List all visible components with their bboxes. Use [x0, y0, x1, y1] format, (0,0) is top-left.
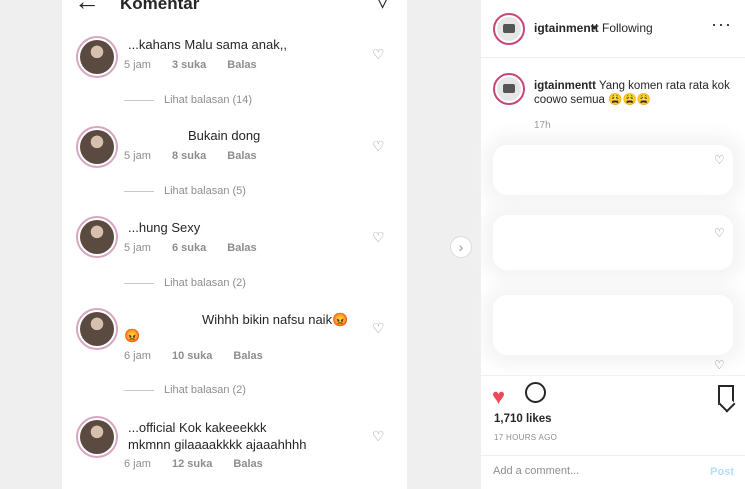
comments-header: ← Komentar ▽: [62, 0, 407, 20]
heart-icon[interactable]: ♡: [714, 153, 725, 167]
heart-filled-icon[interactable]: ♥: [492, 384, 505, 410]
following-button[interactable]: Following: [602, 21, 653, 35]
comment-likes: 6 suka: [171, 242, 207, 254]
comment-time: 6 jam: [124, 458, 151, 470]
blurred-comment: [493, 145, 733, 195]
comment-meta: 6 jam 10 suka Balas: [124, 350, 281, 362]
view-replies: Lihat balasan (2): [124, 277, 246, 289]
avatar[interactable]: [493, 73, 525, 105]
post-button[interactable]: Post: [710, 466, 734, 478]
reply-link: Balas: [227, 242, 257, 254]
comment-text: ...kahans Malu sama anak,,: [128, 37, 287, 52]
reply-link: Balas: [227, 59, 257, 71]
comment-time: 5 jam: [124, 150, 151, 162]
add-comment-bar: Post: [481, 455, 745, 489]
caption-username[interactable]: igtainmentt: [534, 80, 596, 92]
comment-likes: 3 suka: [171, 59, 207, 71]
comment-likes: 8 suka: [171, 150, 207, 162]
comment-time: 5 jam: [124, 242, 151, 254]
comments-screenshot: ← Komentar ▽ ...kahans Malu sama anak,, …: [62, 0, 407, 489]
comment-input[interactable]: [493, 465, 693, 477]
more-icon[interactable]: ···: [711, 14, 732, 35]
comment-meta: 5 jam 8 suka Balas: [124, 150, 275, 162]
post-image: ← Komentar ▽ ...kahans Malu sama anak,, …: [0, 0, 480, 489]
blurred-comment: [493, 295, 733, 355]
comments-title: Komentar: [120, 0, 200, 13]
comment-likes: 12 suka: [171, 458, 213, 470]
heart-icon: ♡: [372, 138, 385, 154]
avatar: [76, 216, 118, 258]
bookmark-icon[interactable]: [718, 385, 734, 405]
heart-icon: ♡: [372, 46, 385, 62]
avatar[interactable]: [493, 13, 525, 45]
heart-icon: ♡: [372, 229, 385, 245]
avatar: [76, 308, 118, 350]
separator-dot: •: [592, 21, 597, 35]
comment-text: ...official Kok kakeeekkk: [128, 420, 267, 435]
comment-text: ...hung Sexy: [128, 220, 201, 235]
heart-icon: ♡: [372, 428, 385, 444]
avatar: [76, 36, 118, 78]
comment-meta: 6 jam 12 suka Balas: [124, 458, 281, 470]
view-replies: Lihat balasan (5): [124, 185, 246, 197]
comment-meta: 5 jam 3 suka Balas: [124, 59, 275, 71]
blurred-comment: [493, 215, 733, 270]
heart-icon: ♡: [372, 320, 385, 336]
comment-time: 5 jam: [124, 59, 151, 71]
view-replies: Lihat balasan (2): [124, 384, 246, 396]
caption: igtainmentt Yang komen rata rata kok coo…: [534, 79, 734, 107]
send-icon: ▽: [374, 0, 391, 12]
heart-icon[interactable]: ♡: [714, 358, 725, 372]
comment-text-line2: 😡: [124, 328, 141, 343]
avatar: [76, 126, 118, 168]
likes-count[interactable]: 1,710 likes: [494, 413, 552, 425]
post-panel: igtainmentt • Following ··· igtainmentt …: [480, 0, 745, 489]
comment-icon[interactable]: [525, 382, 546, 403]
comment-likes: 10 suka: [171, 350, 213, 362]
chevron-right-icon[interactable]: ›: [450, 236, 472, 258]
heart-icon[interactable]: ♡: [714, 226, 725, 240]
avatar: [76, 416, 118, 458]
post-header: igtainmentt • Following ···: [481, 0, 745, 58]
back-arrow-icon: ←: [74, 0, 100, 16]
reply-link: Balas: [233, 458, 263, 470]
post-timestamp: 17 HOURS AGO: [494, 433, 558, 442]
comment-meta: 5 jam 6 suka Balas: [124, 242, 275, 254]
caption-time: 17h: [534, 120, 551, 131]
comment-text-line2: mkmnn gilaaaakkkk ajaaahhhh: [128, 437, 307, 452]
reply-link: Balas: [233, 350, 263, 362]
view-replies: Lihat balasan (14): [124, 94, 252, 106]
username-link[interactable]: igtainmentt: [534, 21, 599, 35]
reply-link: Balas: [227, 150, 257, 162]
comment-time: 6 jam: [124, 350, 151, 362]
